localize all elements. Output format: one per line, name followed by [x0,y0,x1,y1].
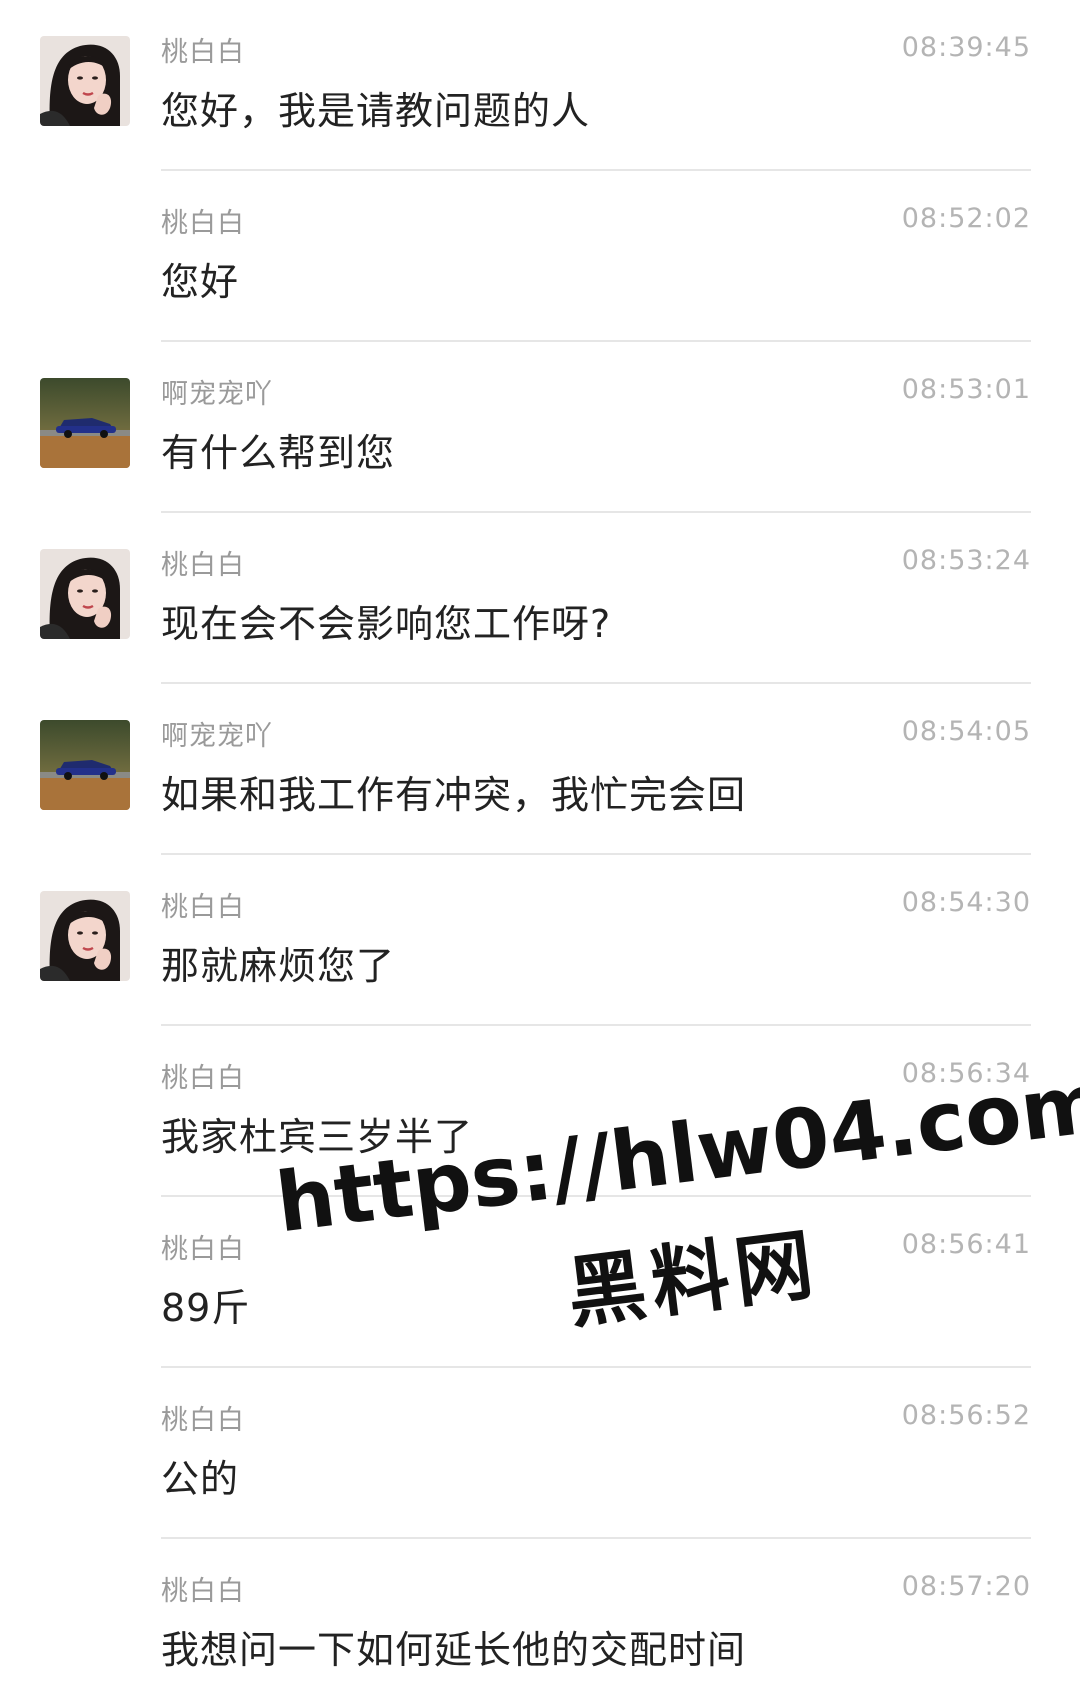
chat-message[interactable]: 桃白白 08:54:30 那就麻烦您了 [0,855,1080,1026]
message-time: 08:57:20 [901,1571,1031,1602]
message-time: 08:56:41 [901,1229,1031,1260]
chat-message[interactable]: 桃白白 08:57:20 我想问一下如何延长他的交配时间 [0,1539,1080,1707]
sender-name: 啊宠宠吖 [161,379,273,410]
message-text: 公的 [161,1457,240,1501]
chat-message[interactable]: 桃白白 08:56:41 89斤 [0,1197,1080,1368]
message-text: 如果和我工作有冲突，我忙完会回 [161,773,747,817]
chat-message[interactable]: 桃白白 08:39:45 您好，我是请教问题的人 [0,0,1080,171]
message-time: 08:54:30 [901,887,1031,918]
message-time: 08:56:34 [901,1058,1031,1089]
sender-name: 桃白白 [161,1234,245,1265]
sender-name: 桃白白 [161,550,245,581]
sender-name: 桃白白 [161,1063,245,1094]
message-time: 08:54:05 [901,716,1031,747]
message-text: 我想问一下如何延长他的交配时间 [161,1628,747,1672]
avatar-woman[interactable] [40,549,130,639]
avatar-woman[interactable] [40,36,130,126]
avatar-car[interactable] [40,720,130,810]
message-time: 08:56:52 [901,1400,1031,1431]
chat-message[interactable]: 啊宠宠吖 08:53:01 有什么帮到您 [0,342,1080,513]
chat-message[interactable]: 桃白白 08:53:24 现在会不会影响您工作呀? [0,513,1080,684]
message-text: 现在会不会影响您工作呀? [161,602,612,646]
sender-name: 啊宠宠吖 [161,721,273,752]
message-time: 08:52:02 [901,203,1031,234]
message-time: 08:53:24 [901,545,1031,576]
sender-name: 桃白白 [161,37,245,68]
sender-name: 桃白白 [161,1405,245,1436]
message-text: 您好，我是请教问题的人 [161,89,591,133]
message-text: 89斤 [161,1286,251,1330]
avatar-car[interactable] [40,378,130,468]
message-text: 那就麻烦您了 [161,944,396,988]
chat-message[interactable]: 桃白白 08:52:02 您好 [0,171,1080,342]
message-text: 有什么帮到您 [161,431,396,475]
chat-message[interactable]: 啊宠宠吖 08:54:05 如果和我工作有冲突，我忙完会回 [0,684,1080,855]
sender-name: 桃白白 [161,1576,245,1607]
chat-message[interactable]: 桃白白 08:56:34 我家杜宾三岁半了 [0,1026,1080,1197]
sender-name: 桃白白 [161,208,245,239]
message-text: 您好 [161,260,240,304]
message-time: 08:39:45 [901,32,1031,63]
chat-message[interactable]: 桃白白 08:56:52 公的 [0,1368,1080,1539]
message-text: 我家杜宾三岁半了 [161,1115,474,1159]
avatar-woman[interactable] [40,891,130,981]
sender-name: 桃白白 [161,892,245,923]
message-time: 08:53:01 [901,374,1031,405]
